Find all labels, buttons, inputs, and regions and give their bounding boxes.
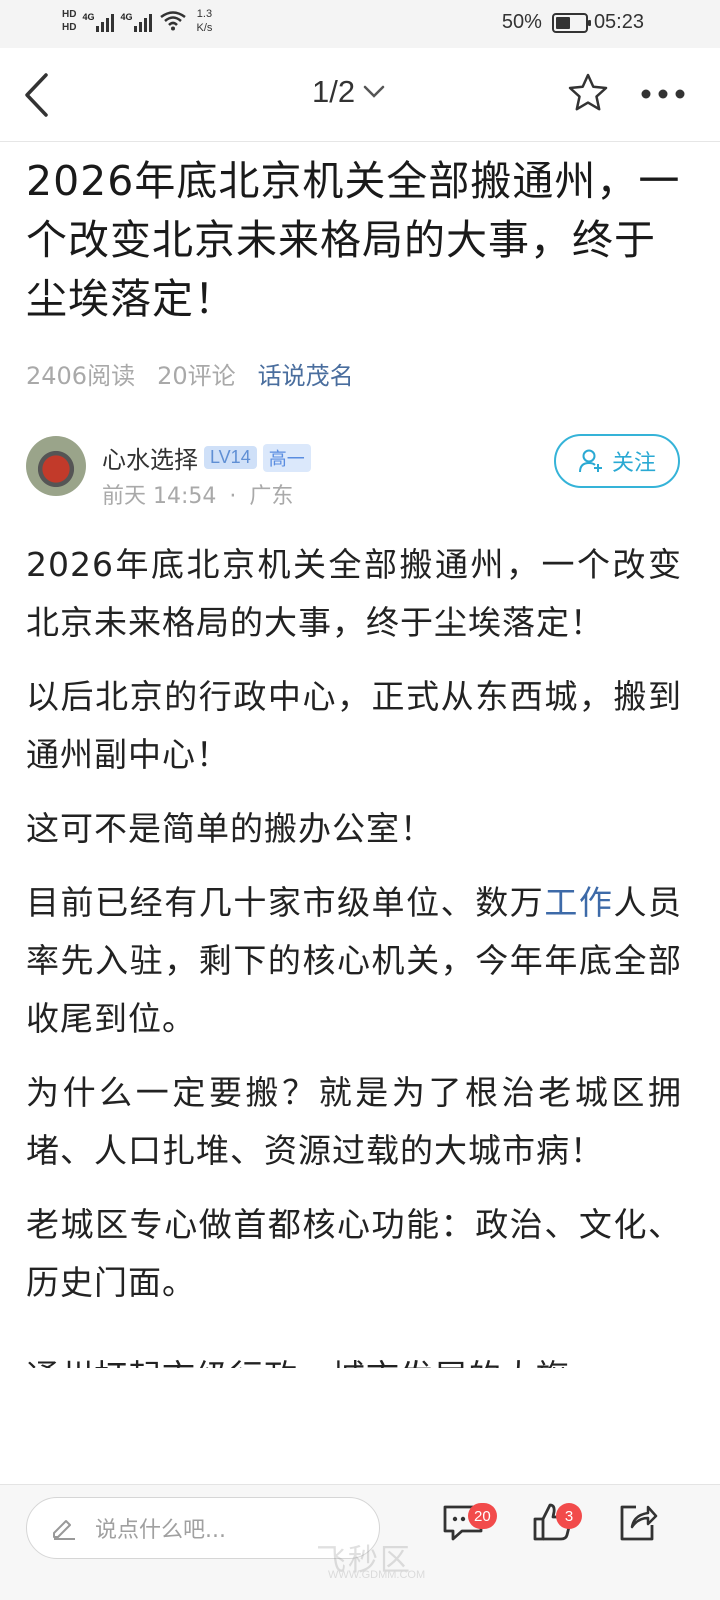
comment-placeholder: 说点什么吧... <box>95 1518 226 1543</box>
signal-2: 4G <box>120 10 153 32</box>
top-nav: 1/2 <box>0 48 720 142</box>
speed-value: 1.3 <box>196 8 213 20</box>
speed-unit: K/s <box>196 22 213 34</box>
battery-percent: 50% <box>501 11 542 33</box>
post-location: 广东 <box>249 484 294 509</box>
favorite-star-icon[interactable] <box>567 72 609 114</box>
paragraph-text: 通州打起市级行政，城市发展的大旗 <box>26 1357 570 1368</box>
pencil-icon <box>53 1520 75 1540</box>
bottom-action-bar: 说点什么吧... 飞秒区 WWW.GDMM.COM 20 3 <box>0 1484 720 1600</box>
paragraph: 以后北京的行政中心，正式从东西城，搬到通州副中心！ <box>26 677 682 774</box>
signal-1: 4G <box>82 10 115 32</box>
read-count: 2406阅读 <box>26 362 136 390</box>
signal-bars-icon <box>96 14 115 32</box>
like-count-badge: 3 <box>556 1503 582 1529</box>
separator-dot: · <box>229 484 237 509</box>
avatar[interactable] <box>26 436 86 496</box>
keyword-link[interactable]: 工作 <box>544 883 613 922</box>
grade-badge: 高一 <box>262 443 311 472</box>
share-icon[interactable] <box>614 1499 660 1545</box>
status-right: 50% 05:23 <box>502 11 644 34</box>
page-indicator[interactable]: 1/2 <box>312 74 385 110</box>
paragraph: 这可不是简单的搬办公室！ <box>26 809 434 848</box>
follow-label: 关注 <box>611 451 656 476</box>
paragraph-partial: 通州打起市级行政，城市发展的大旗 <box>26 1328 682 1368</box>
status-left: HD HD 4G 4G 1.3 K/s <box>62 7 212 35</box>
add-user-icon <box>578 449 602 473</box>
topic-link[interactable]: 话说茂名 <box>258 356 354 391</box>
network-speed: 1.3 K/s <box>196 7 212 35</box>
wifi-icon <box>160 11 187 31</box>
hd-label-2: HD <box>62 22 77 33</box>
clock: 05:23 <box>593 11 644 33</box>
article-meta: 2406阅读 20评论 话说茂名 <box>26 356 354 391</box>
post-time: 前天 14:54 <box>102 484 217 509</box>
more-options-icon[interactable] <box>640 88 686 100</box>
signal-bars-icon <box>134 14 153 32</box>
comment-count-text: 20评论 <box>157 362 236 390</box>
hd-label-1: HD <box>62 9 77 20</box>
chevron-down-icon <box>363 85 385 98</box>
paragraph: 为什么一定要搬？就是为了根治老城区拥堵、人口扎堆、资源过载的大城市病！ <box>26 1073 682 1170</box>
author-subline: 前天 14:54 · 广东 <box>102 478 293 510</box>
battery-fill <box>555 16 570 29</box>
network-type-2: 4G <box>120 12 133 22</box>
paragraph: 2026年底北京机关全部搬通州，一个改变北京未来格局的大事，终于尘埃落定！ <box>26 545 682 642</box>
paragraph-text: 目前已经有几十家市级单位、数万 <box>26 883 545 922</box>
author-row: 心水选择 LV14 高一 <box>102 440 311 475</box>
network-type-1: 4G <box>82 12 95 22</box>
level-badge: LV14 <box>204 446 257 469</box>
page-indicator-label: 1/2 <box>312 74 356 109</box>
author-name[interactable]: 心水选择 <box>102 440 198 475</box>
battery-icon <box>551 12 591 33</box>
follow-button[interactable]: 关注 <box>554 434 680 488</box>
article-title: 2026年底北京机关全部搬通州，一个改变北京未来格局的大事，终于尘埃落定！ <box>26 157 681 323</box>
article-body: 2026年底北京机关全部搬通州，一个改变北京未来格局的大事，终于尘埃落定！ 以后… <box>26 536 682 1384</box>
status-bar: HD HD 4G 4G 1.3 K/s 50% 05:23 <box>0 0 720 48</box>
comment-count-badge: 20 <box>468 1503 497 1529</box>
paragraph: 目前已经有几十家市级单位、数万工作人员率先入驻，剩下的核心机关，今年年底全部收尾… <box>26 874 682 1048</box>
watermark-url: WWW.GDMM.COM <box>328 1569 426 1581</box>
hd-indicators: HD HD <box>62 8 76 34</box>
paragraph: 老城区专心做首都核心功能：政治、文化、历史门面。 <box>26 1205 682 1302</box>
back-arrow-icon[interactable] <box>22 72 52 118</box>
